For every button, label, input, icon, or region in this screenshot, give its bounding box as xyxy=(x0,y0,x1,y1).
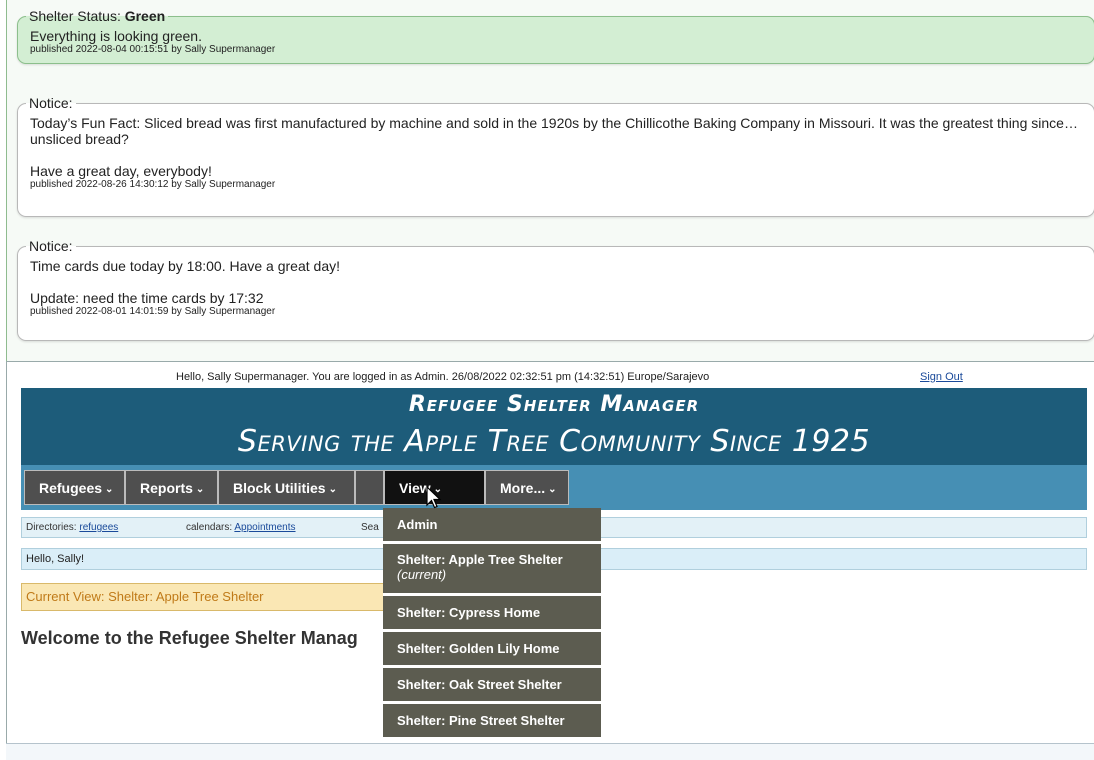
view-dropdown-menu: Admin Shelter: Apple Tree Shelter (curre… xyxy=(383,508,601,740)
option-label: Shelter: Pine Street Shelter xyxy=(397,713,565,728)
notice-legend: Notice: xyxy=(29,238,73,254)
chevron-down-icon: ⌄ xyxy=(195,484,205,495)
chevron-down-icon: ⌄ xyxy=(105,484,114,495)
appointments-calendar-link[interactable]: Appointments xyxy=(234,522,295,533)
notice-text: Update: need the time cards by 17:32 xyxy=(30,290,264,306)
main-menu-bar: Refugees ⌄ Reports ⌄ Block Utilities ⌄ View… xyxy=(21,465,1087,510)
option-label: Shelter: Cypress Home xyxy=(397,605,541,620)
menu-label: Block Utilities xyxy=(233,480,326,496)
fun-fact-notice: Notice: Today’s Fun Fact: Sliced bread w… xyxy=(17,95,1094,217)
view-option-admin[interactable]: Admin xyxy=(383,508,601,544)
chevron-down-icon: ⌄ xyxy=(328,484,337,495)
shelter-status-notice: Shelter Status: Green Everything is look… xyxy=(17,8,1094,64)
view-option-pine-street-shelter[interactable]: Shelter: Pine Street Shelter xyxy=(383,704,601,740)
footer-strip xyxy=(6,743,1094,760)
status-legend: Shelter Status: Green xyxy=(26,8,168,24)
welcome-heading: Welcome to the Refugee Shelter Manag xyxy=(21,628,358,648)
view-option-golden-lily-home[interactable]: Shelter: Golden Lily Home xyxy=(383,632,601,668)
menu-label: Reports xyxy=(140,480,193,496)
option-label: Shelter: Apple Tree Shelter xyxy=(397,552,563,567)
current-note: (current) xyxy=(397,567,447,582)
notice-legend: Notice: xyxy=(29,95,73,111)
notices-panel: Shelter Status: Green Everything is look… xyxy=(6,0,1094,361)
search-label: Sea xyxy=(361,522,379,533)
app-banner: Refugee Shelter Manager Serving the Appl… xyxy=(21,388,1087,465)
status-legend-label: Shelter Status: xyxy=(29,8,121,24)
menu-label: Refugees xyxy=(39,480,103,496)
view-option-oak-street-shelter[interactable]: Shelter: Oak Street Shelter xyxy=(383,668,601,704)
published-line: published 2022-08-01 14:01:59 by Sally S… xyxy=(30,306,276,317)
menu-reports[interactable]: Reports ⌄ xyxy=(125,470,218,505)
app-title: Refugee Shelter Manager xyxy=(408,392,700,417)
calendars-label: calendars: xyxy=(186,522,233,533)
status-legend-value: Green xyxy=(124,8,166,24)
notice-text: Today’s Fun Fact: Sliced bread was first… xyxy=(30,115,1078,147)
directories-label: Directories: xyxy=(26,522,77,533)
menu-refugees[interactable]: Refugees ⌄ xyxy=(24,470,125,505)
option-label: Shelter: Oak Street Shelter xyxy=(397,677,562,692)
menu-more[interactable]: More... ⌄ xyxy=(485,470,569,505)
view-option-cypress-home[interactable]: Shelter: Cypress Home xyxy=(383,596,601,632)
chevron-down-icon: ⌄ xyxy=(548,484,557,495)
view-option-apple-tree-shelter[interactable]: Shelter: Apple Tree Shelter (current) xyxy=(383,544,601,596)
menu-spacer xyxy=(355,470,384,505)
menu-label: More... xyxy=(500,480,546,496)
notice-text: Everything is looking green. xyxy=(30,28,202,44)
time-cards-notice: Notice: Time cards due today by 18:00. H… xyxy=(17,238,1094,341)
app-subtitle: Serving the Apple Tree Community Since 1… xyxy=(237,424,871,459)
option-label: Shelter: Golden Lily Home xyxy=(397,641,560,656)
login-status-text: Hello, Sally Supermanager. You are logge… xyxy=(176,371,710,383)
mouse-pointer-icon xyxy=(426,486,442,509)
notice-text: Have a great day, everybody! xyxy=(30,163,212,179)
refugees-directory-link[interactable]: refugees xyxy=(79,522,118,533)
sign-out-link[interactable]: Sign Out xyxy=(920,371,963,383)
option-label: Admin xyxy=(397,517,438,532)
published-line: published 2022-08-04 00:15:51 by Sally S… xyxy=(30,44,276,55)
published-line: published 2022-08-26 14:30:12 by Sally S… xyxy=(30,179,276,190)
current-view-bar: Current View: Shelter: Apple Tree Shelte… xyxy=(21,583,401,611)
menu-block-utilities[interactable]: Block Utilities ⌄ xyxy=(218,470,355,505)
notice-text: Time cards due today by 18:00. Have a gr… xyxy=(30,258,340,274)
